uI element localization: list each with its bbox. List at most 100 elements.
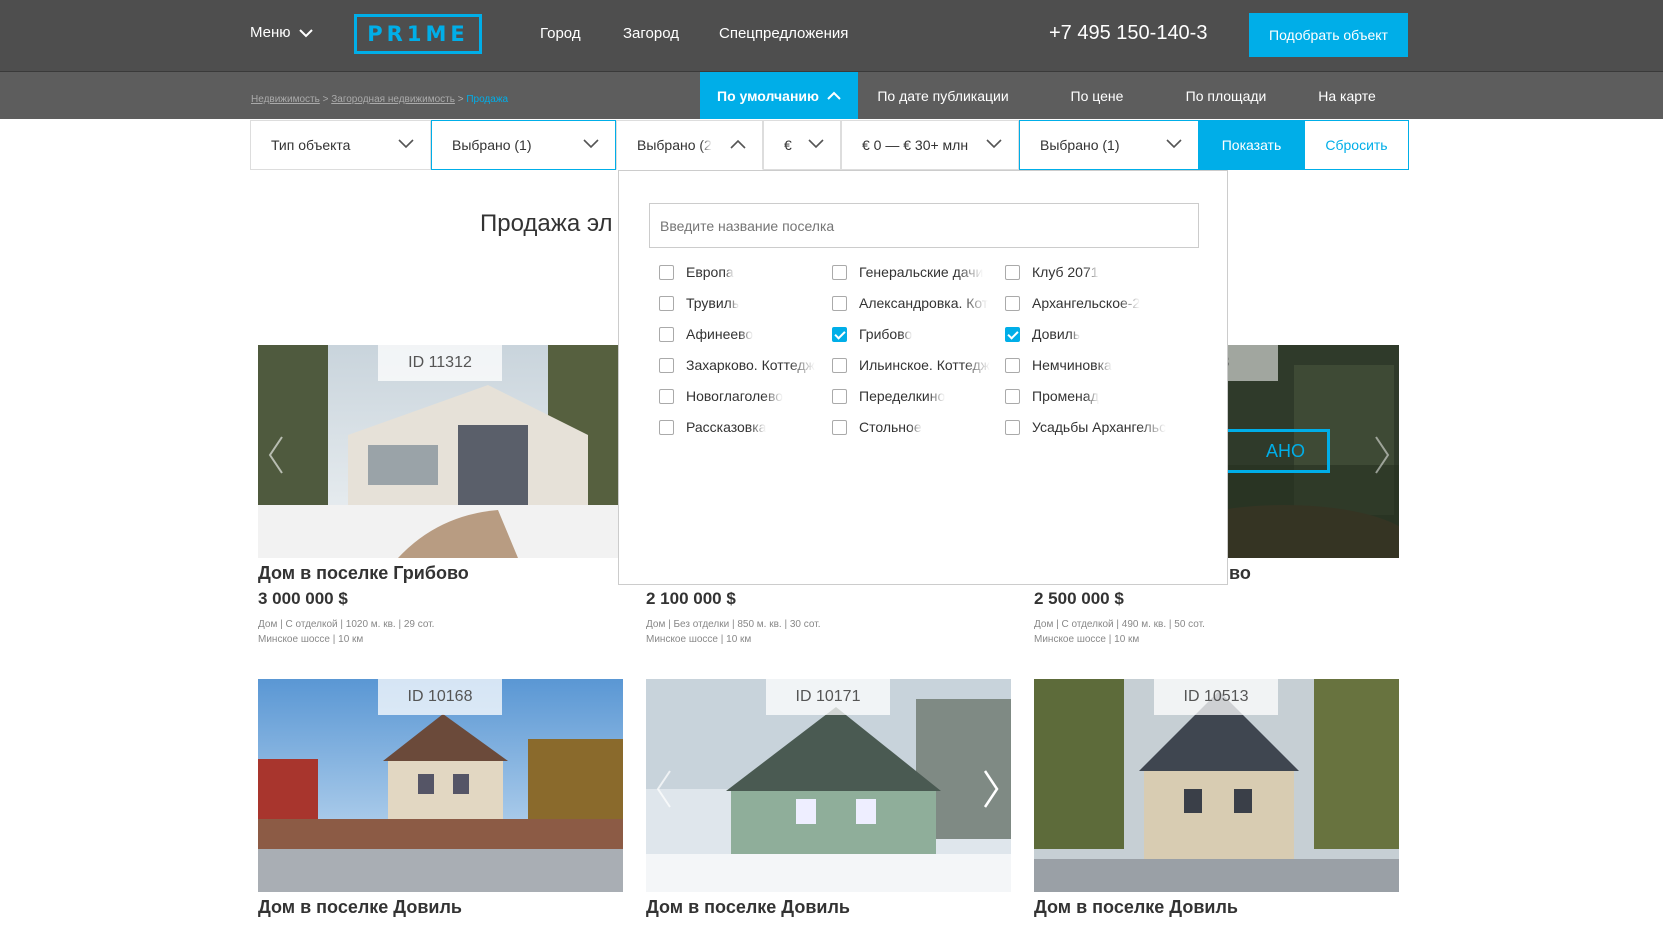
village-option-label: Стольное — [859, 419, 922, 435]
chevron-down-icon — [1166, 139, 1182, 149]
village-option[interactable]: Генеральские дачи — [832, 264, 997, 280]
village-option[interactable]: Переделкино — [832, 388, 997, 404]
village-option-label: Генеральские дачи — [859, 264, 984, 280]
listing-photo[interactable]: ID 10513 — [1034, 679, 1399, 892]
village-option-label: Рассказовка — [686, 419, 767, 435]
village-option[interactable]: Афинеево — [659, 326, 824, 342]
filter-direction[interactable]: Выбрано (1) — [431, 120, 616, 170]
chevron-up-icon — [730, 139, 746, 149]
listing-photo[interactable]: ID 10168 — [258, 679, 623, 892]
village-option[interactable]: Новоглаголево — [659, 388, 824, 404]
filter-extra-label: Выбрано (1) — [1040, 137, 1120, 153]
checkbox[interactable] — [832, 264, 847, 280]
top-header: Меню PR1ME Город Загород Спецпредложения… — [0, 0, 1663, 72]
village-option[interactable]: Трувиль — [659, 295, 824, 311]
chevron-down-icon — [398, 139, 414, 149]
checkbox[interactable] — [1005, 264, 1020, 280]
chevron-down-icon — [808, 139, 824, 149]
village-option-label: Усадьбы Архангельс — [1032, 419, 1167, 435]
arrow-left-icon[interactable] — [654, 769, 674, 809]
sort-by-price[interactable]: По цене — [1028, 72, 1166, 119]
listing-location: Минское шоссе | 10 км — [258, 634, 364, 645]
village-option[interactable]: Ильинское. Коттедж — [832, 357, 997, 373]
listing-price: 3 000 000 $ — [258, 589, 348, 608]
village-option[interactable]: Довиль — [1005, 326, 1170, 342]
listing-price: 2 100 000 $ — [646, 589, 736, 608]
village-option-label: Променад — [1032, 388, 1099, 404]
village-option[interactable]: Архангельское-2 — [1005, 295, 1170, 311]
listing-card[interactable]: ID 10513 Дом в поселке Довиль — [1034, 679, 1399, 917]
listing-card[interactable]: ID 10168 Дом в поселке Довиль — [258, 679, 623, 917]
village-search-input[interactable] — [649, 203, 1199, 248]
logo[interactable]: PR1ME — [354, 14, 482, 54]
checkbox[interactable] — [1005, 419, 1020, 435]
checkbox[interactable] — [659, 388, 674, 404]
village-option[interactable]: Александровка. Кот — [832, 295, 997, 311]
nav-city[interactable]: Город — [540, 25, 581, 42]
checkbox[interactable] — [659, 419, 674, 435]
menu-button[interactable]: Меню — [250, 24, 313, 41]
arrow-right-icon[interactable] — [1372, 435, 1392, 475]
listing-id: ID 10168 — [378, 679, 502, 715]
checkbox[interactable] — [1005, 388, 1020, 404]
checkbox[interactable] — [1005, 357, 1020, 373]
listing-photo[interactable]: ID 10171 — [646, 679, 1011, 892]
checkbox[interactable] — [832, 388, 847, 404]
arrow-right-icon[interactable] — [981, 769, 1001, 809]
nav-country[interactable]: Загород — [623, 25, 679, 42]
filter-currency[interactable]: € — [763, 120, 841, 170]
village-option[interactable]: Клуб 2071 — [1005, 264, 1170, 280]
phone-number[interactable]: +7 495 150-140-3 — [1049, 22, 1207, 45]
filter-extra[interactable]: Выбрано (1) — [1019, 120, 1199, 170]
listing-card[interactable]: ID 10171 Дом в поселке Довиль — [646, 679, 1011, 917]
listing-title[interactable]: Дом в поселке Довиль — [646, 897, 850, 918]
village-option[interactable]: Рассказовка — [659, 419, 824, 435]
page-title: Продажа эл — [480, 210, 613, 237]
listing-title[interactable]: Дом в поселке Грибово — [258, 563, 469, 584]
pick-object-button[interactable]: Подобрать объект — [1249, 13, 1408, 57]
checkbox[interactable] — [659, 264, 674, 280]
breadcrumb-country-realty[interactable]: Загородная недвижимость — [331, 94, 455, 105]
reset-button[interactable]: Сбросить — [1304, 120, 1409, 170]
sort-by-area[interactable]: По площади — [1166, 72, 1286, 119]
sort-on-map[interactable]: На карте — [1286, 72, 1408, 119]
village-option[interactable]: Захарково. Коттедж — [659, 357, 824, 373]
village-option-label: Немчиновка — [1032, 357, 1112, 373]
village-option[interactable]: Европа — [659, 264, 824, 280]
chevron-down-icon — [298, 28, 313, 37]
listing-id: ID 10513 — [1154, 679, 1278, 715]
village-option-label: Архангельское-2 — [1032, 295, 1141, 311]
listing-card[interactable]: ID 11312 Дом в поселке Грибово 3 000 000… — [258, 345, 623, 645]
sort-default[interactable]: По умолчанию — [700, 72, 858, 119]
checkbox[interactable] — [659, 326, 674, 342]
village-option[interactable]: Променад — [1005, 388, 1170, 404]
village-option[interactable]: Грибово — [832, 326, 997, 342]
checkbox[interactable] — [1005, 295, 1020, 311]
village-option[interactable]: Немчиновка — [1005, 357, 1170, 373]
sort-by-date[interactable]: По дате публикации — [858, 72, 1028, 119]
village-option[interactable]: Усадьбы Архангельс — [1005, 419, 1170, 435]
arrow-left-icon[interactable] — [266, 435, 286, 475]
filter-village[interactable]: Выбрано (2 — [616, 120, 763, 170]
listing-title[interactable]: Дом в поселке Довиль — [258, 897, 462, 918]
checkbox-checked[interactable] — [832, 326, 847, 342]
listing-location: Минское шоссе | 10 км — [1034, 634, 1140, 645]
checkbox[interactable] — [832, 357, 847, 373]
checkbox[interactable] — [832, 419, 847, 435]
listing-meta: Дом | С отделкой | 490 м. кв. | 50 сот. … — [1034, 617, 1205, 647]
listing-location: Минское шоссе | 10 км — [646, 634, 752, 645]
checkbox[interactable] — [659, 295, 674, 311]
checkbox-checked[interactable] — [1005, 326, 1020, 342]
listing-title[interactable]: Дом в поселке Довиль — [1034, 897, 1238, 918]
checkbox[interactable] — [832, 295, 847, 311]
filter-object-type[interactable]: Тип объекта — [250, 120, 431, 170]
breadcrumb-realty[interactable]: Недвижимость — [251, 94, 320, 105]
village-option[interactable]: Стольное — [832, 419, 997, 435]
checkbox[interactable] — [659, 357, 674, 373]
filter-price[interactable]: € 0 — € 30+ млн — [841, 120, 1019, 170]
listing-photo[interactable]: ID 11312 — [258, 345, 623, 558]
show-button[interactable]: Показать — [1199, 120, 1304, 170]
nav-special-offers[interactable]: Спецпредложения — [719, 25, 848, 42]
listing-title[interactable]: во — [1229, 563, 1251, 584]
listing-id: ID 10171 — [766, 679, 890, 715]
